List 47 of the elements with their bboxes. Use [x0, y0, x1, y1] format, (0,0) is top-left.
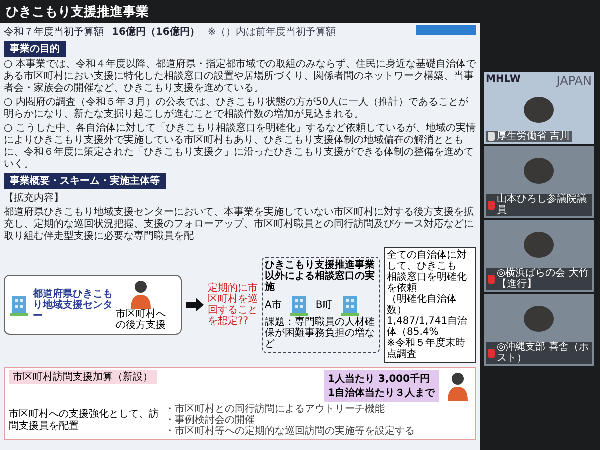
addition-tag: 市区町村訪問支援加算（新設） — [9, 370, 157, 384]
stats-line: （明確化自治体数） — [387, 294, 458, 316]
building-icon — [8, 294, 30, 316]
bullet-item: ・市区町村等への定期的な巡回訪問の実施等を設定する — [165, 426, 415, 437]
budget-amount: 16億円（16億円） — [112, 26, 200, 39]
building-icon — [338, 294, 361, 316]
video-placeholder — [524, 96, 554, 122]
town-label: A市 — [265, 298, 282, 312]
paragraph-line: ○ こうした中、各自治体に対して「ひきこもり相談窓口を明確化」するなど依頼しているが、地域の実情によりひきこもり支援外で実施している市区町村もあり、ひきこもり支援体制の地域偏在の解消とともに、令和６年度に策定された「ひきこもり支援ク」に沿ったひきこもり支援ができる体制の整備を進めていく。 — [4, 123, 476, 171]
video-placeholder — [524, 232, 554, 258]
participant-name: 厚生労働省 吉川 — [497, 131, 570, 142]
person-icon — [128, 279, 154, 309]
paragraph-line: 都道府県ひきこもり地域支援センターにおいて、本事業を実施していない市区町村に対する後方支援を拡充し、定期的な巡回状況把握、支援のフォローアップ、市区町村職員との同行訪問及びケース対応などに取り組む伴走型支援に必要な専門職員を配 — [4, 207, 475, 243]
country-text: JAPAN — [556, 74, 592, 88]
participant-name: ◎沖縄支部 喜舎（ホスト） — [497, 342, 590, 364]
subheading: 【拡充内容】 — [4, 192, 65, 205]
section-heading: 事業概要・スキーム・実施主体等 — [4, 173, 166, 189]
tag-bar — [416, 25, 476, 35]
video-placeholder — [524, 306, 554, 332]
section-heading: 事業の目的 — [4, 41, 66, 57]
box-title: ひきこもり支援推進事業以外による相談窓口の実施 — [265, 260, 376, 293]
paragraph-line: ○ 内閣府の調査（令和５年３月）の公表では、ひきこもり状態の方が50人に一人（推計）であることが明らかになり、新たな支掘り起こしが進むことで相談件数の増加が見込まれる。 — [4, 97, 470, 121]
video-placeholder — [524, 158, 554, 184]
paragraph-line: ○ 本事業では、令和４年度以降、都道府県・指定都市域での取組のみならず、住民に身近な基礎自治体である市区町村におい支援に特化した相談窓口の設置や居場所づくり、関係者間のネットワーク構築、当事者会・家族会の開催など、ひきこもり支援を進めている。 — [4, 59, 476, 95]
person-icon — [445, 371, 471, 401]
stats-line: 1,487/1,741自治体（85.4% — [387, 316, 469, 338]
participant-name: ◎横浜ばらの会 大竹【進行】 — [497, 268, 590, 290]
addition-summary: 市区町村への支援強化として、訪問支援員を配置 — [9, 408, 159, 432]
arrow-icon — [186, 298, 204, 312]
arrow-note: 定期的に市区町村を巡回することを想定?? — [208, 283, 258, 327]
logo-text: MHLW — [486, 74, 521, 87]
bullet-item: ・事例検討会の開催 — [165, 415, 255, 426]
stats-line: 相談窓口を明確化を依頼 — [387, 272, 468, 294]
budget-label: 令和７年度当初予算額 — [4, 26, 104, 39]
staff-caption: 市区町村への後方支援 — [116, 309, 166, 331]
budget-note: ※（）内は前年度当初予算額 — [208, 26, 336, 39]
participant-name: 山本ひろし参議院議員 — [497, 194, 588, 216]
amount-text: 1自治体当たり３人まで — [328, 386, 435, 400]
town-label: B町 — [316, 299, 333, 312]
bullet-item: ・市区町村との同行訪問によるアウトリーチ機能 — [165, 404, 386, 415]
slide-title: ひきこもり支援推進事業 — [5, 4, 150, 22]
building-icon — [288, 294, 310, 316]
stats-line: ※令和５年度末時点調査 — [387, 338, 466, 360]
amount-text: 1人当たり 3,000千円 — [328, 372, 432, 386]
issue-text: 課題：専門職員の人材確保が困難事務負担の増など — [265, 317, 376, 350]
stats-line: 全ての自治体に対して、ひきこも — [387, 250, 468, 272]
center-name: 都道府県ひきこもり地域支援センター — [33, 288, 113, 322]
